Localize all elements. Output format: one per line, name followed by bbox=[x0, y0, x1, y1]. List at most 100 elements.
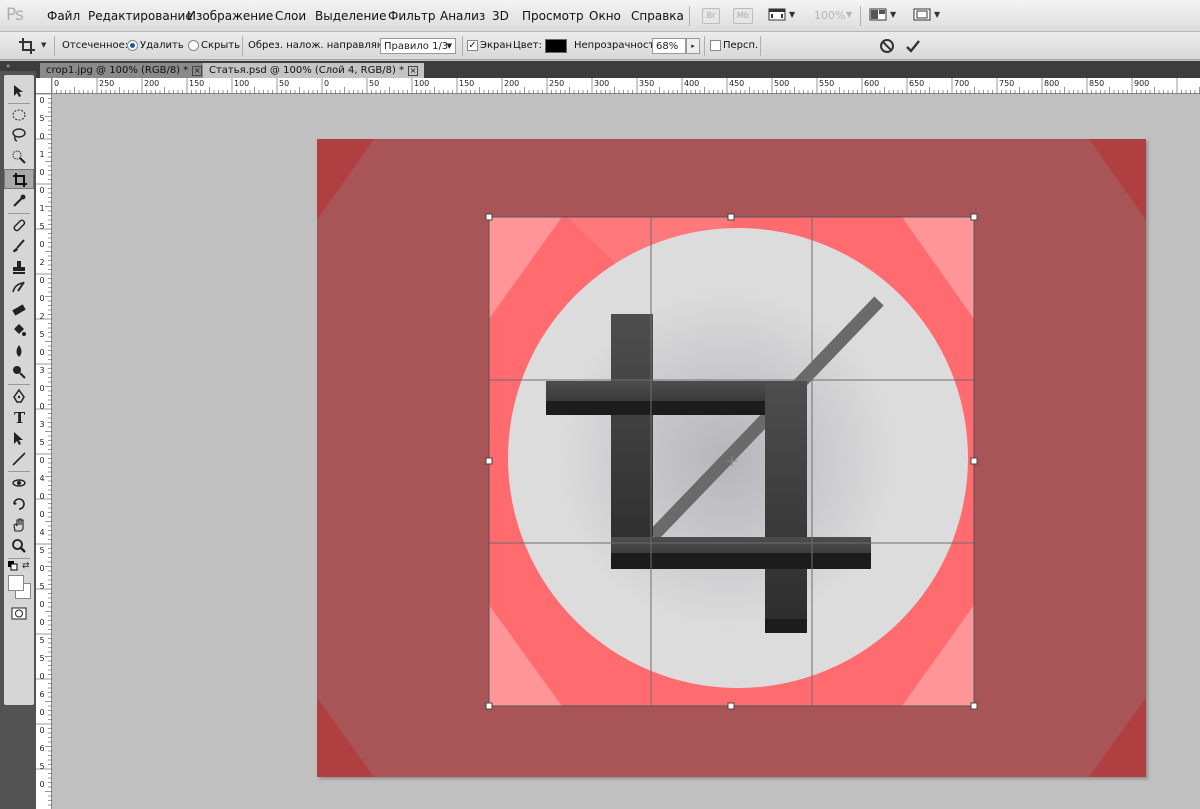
crop-handle-bottom[interactable] bbox=[727, 702, 735, 710]
ruler-label: 0 bbox=[39, 726, 45, 735]
hide-radio-label[interactable]: Скрыть bbox=[201, 40, 240, 51]
menu-filter[interactable]: Фильтр bbox=[388, 9, 435, 23]
ruler-label: 0 bbox=[39, 456, 45, 465]
options-divider bbox=[242, 36, 243, 56]
healing-brush-tool-icon[interactable] bbox=[4, 215, 34, 235]
crop-handle-bottom-left[interactable] bbox=[485, 702, 493, 710]
tab-crop1[interactable]: crop1.jpg @ 100% (RGB/8) * × bbox=[40, 63, 209, 78]
menu-image[interactable]: Изображение bbox=[187, 9, 273, 23]
dodge-tool-icon[interactable] bbox=[4, 362, 34, 382]
arrange-documents-icon[interactable] bbox=[869, 7, 889, 24]
zoom-level[interactable]: 100% bbox=[814, 9, 845, 22]
ruler-label: 0 bbox=[39, 276, 45, 285]
tool-divider bbox=[8, 103, 30, 104]
perspective-label[interactable]: Персп. bbox=[723, 40, 758, 51]
delete-radio-label[interactable]: Удалить bbox=[140, 40, 184, 51]
tool-divider bbox=[8, 213, 30, 214]
quick-mask-icon[interactable] bbox=[11, 607, 27, 624]
menu-help[interactable]: Справка bbox=[631, 9, 684, 23]
chevron-down-icon[interactable]: ▼ bbox=[934, 10, 940, 19]
panel-collapse-icon[interactable]: » bbox=[0, 61, 36, 71]
opacity-slider-button[interactable]: ▸ bbox=[686, 38, 700, 54]
swap-colors-icon[interactable]: ⇄ bbox=[22, 561, 30, 571]
ruler-label: 750 bbox=[999, 79, 1015, 88]
chevron-down-icon[interactable]: ▼ bbox=[41, 41, 46, 49]
perspective-checkbox[interactable] bbox=[710, 40, 721, 51]
crop-tool-icon[interactable] bbox=[4, 169, 34, 189]
shield-label[interactable]: Экран bbox=[480, 40, 512, 51]
3d-rotate-tool-icon[interactable] bbox=[4, 473, 34, 493]
menu-layers[interactable]: Слои bbox=[275, 9, 306, 23]
horizontal-ruler[interactable]: 0 250 200 150 100 50 0 50 100 150 200 250 300 350 400 4… bbox=[52, 78, 1200, 94]
type-tool-icon[interactable]: T bbox=[4, 407, 34, 427]
hide-radio[interactable] bbox=[188, 40, 199, 51]
ruler-origin[interactable] bbox=[36, 78, 52, 94]
chevron-down-icon[interactable]: ▼ bbox=[789, 10, 795, 19]
opacity-input[interactable]: 68% bbox=[652, 38, 686, 54]
crop-handle-bottom-right[interactable] bbox=[970, 702, 978, 710]
menu-view[interactable]: Просмотр bbox=[522, 9, 584, 23]
crop-guide-overlay-select[interactable]: Правило 1/3 ▼ bbox=[380, 38, 456, 54]
crop-selection-area[interactable] bbox=[488, 216, 975, 707]
crop-handle-right[interactable] bbox=[970, 457, 978, 465]
document-canvas[interactable] bbox=[317, 139, 1146, 777]
ruler-label: 500 bbox=[774, 79, 790, 88]
move-tool-icon[interactable] bbox=[4, 81, 34, 101]
chevron-down-icon[interactable]: ▼ bbox=[846, 10, 852, 19]
menu-divider bbox=[689, 6, 690, 26]
chevron-down-icon[interactable]: ▼ bbox=[890, 10, 896, 19]
crop-handle-top[interactable] bbox=[727, 213, 735, 221]
quick-select-tool-icon[interactable] bbox=[4, 147, 34, 167]
3d-orbit-tool-icon[interactable] bbox=[4, 494, 34, 514]
history-brush-tool-icon[interactable] bbox=[4, 278, 34, 298]
ruler-label: 1 bbox=[39, 150, 45, 159]
view-extras-icon[interactable] bbox=[768, 7, 788, 24]
ruler-label: 0 bbox=[39, 600, 45, 609]
crop-handle-top-right[interactable] bbox=[970, 213, 978, 221]
menu-edit[interactable]: Редактирование bbox=[88, 9, 193, 23]
ruler-label: 5 bbox=[39, 654, 45, 663]
ruler-label: 100 bbox=[234, 79, 250, 88]
eraser-tool-icon[interactable] bbox=[4, 299, 34, 319]
shield-color-swatch[interactable] bbox=[545, 39, 567, 53]
eyedropper-tool-icon[interactable] bbox=[4, 191, 34, 211]
line-tool-icon[interactable] bbox=[4, 449, 34, 469]
screen-mode-icon[interactable] bbox=[913, 7, 933, 24]
close-icon[interactable]: × bbox=[192, 66, 203, 76]
brush-tool-icon[interactable] bbox=[4, 236, 34, 256]
svg-text:T: T bbox=[14, 409, 26, 425]
lasso-tool-icon[interactable] bbox=[4, 125, 34, 145]
close-icon[interactable]: × bbox=[408, 66, 419, 76]
commit-crop-icon[interactable] bbox=[905, 38, 921, 57]
shield-checkbox[interactable]: ✓ bbox=[467, 40, 478, 51]
menu-file[interactable]: Файл bbox=[47, 9, 80, 23]
menu-select[interactable]: Выделение bbox=[315, 9, 386, 23]
menu-bar: Ps Файл Редактирование Изображение Слои … bbox=[0, 0, 1200, 32]
bridge-button[interactable]: Br bbox=[702, 8, 720, 24]
clone-stamp-tool-icon[interactable] bbox=[4, 257, 34, 277]
crop-handle-top-left[interactable] bbox=[485, 213, 493, 221]
crop-guide-overlay-label: Обрез. налож. направляющ.: bbox=[248, 40, 402, 51]
tab-statya[interactable]: Статья.psd @ 100% (Слой 4, RGB/8) * × bbox=[203, 63, 425, 78]
foreground-color-swatch[interactable] bbox=[8, 575, 24, 591]
ruler-label: 150 bbox=[459, 79, 475, 88]
minibridge-button[interactable]: Mb bbox=[733, 8, 753, 24]
menu-window[interactable]: Окно bbox=[589, 9, 621, 23]
ruler-label: 6 bbox=[39, 744, 45, 753]
menu-analysis[interactable]: Анализ bbox=[440, 9, 485, 23]
crop-handle-left[interactable] bbox=[485, 457, 493, 465]
ruler-label: 350 bbox=[639, 79, 655, 88]
blur-tool-icon[interactable] bbox=[4, 341, 34, 361]
crop-tool-preset-icon[interactable] bbox=[18, 37, 38, 58]
menu-3d[interactable]: 3D bbox=[492, 9, 509, 23]
pen-tool-icon[interactable] bbox=[4, 386, 34, 406]
paint-bucket-tool-icon[interactable] bbox=[4, 320, 34, 340]
hand-tool-icon[interactable] bbox=[4, 515, 34, 535]
path-select-tool-icon[interactable] bbox=[4, 428, 34, 448]
default-colors-icon[interactable] bbox=[8, 561, 18, 574]
vertical-ruler[interactable]: 0 5 0 1 0 0 1 5 0 2 0 0 2 5 0 3 0 0 3 5 0 4 0 0 4 5 0 5 0 0 5 5 0 6 0 0 6 5 0 bbox=[36, 94, 52, 809]
cancel-crop-icon[interactable] bbox=[879, 38, 895, 57]
zoom-tool-icon[interactable] bbox=[4, 536, 34, 556]
marquee-tool-icon[interactable] bbox=[4, 105, 34, 125]
delete-radio[interactable] bbox=[127, 40, 138, 51]
